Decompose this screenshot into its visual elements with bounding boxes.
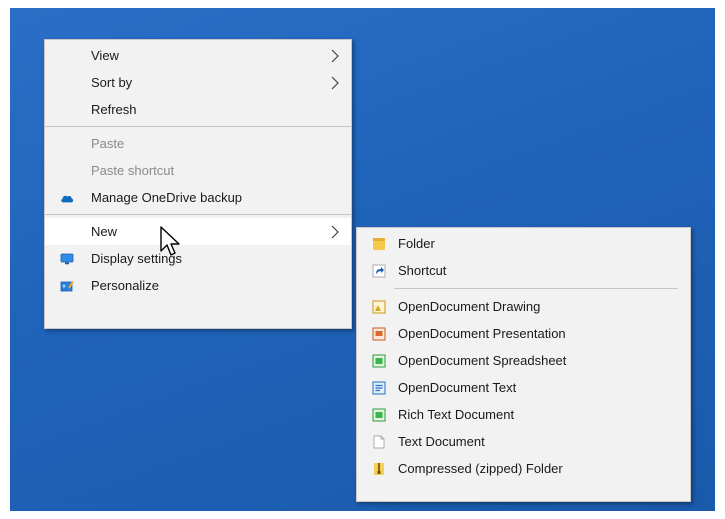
odg-drawing-icon <box>372 300 386 314</box>
menu-separator <box>394 288 678 289</box>
menu-item-label: Refresh <box>91 102 137 117</box>
menu-item-manage-onedrive-backup[interactable]: Manage OneDrive backup <box>45 184 351 211</box>
submenu-item-shortcut[interactable]: Shortcut <box>357 257 690 284</box>
submenu-item-text-document[interactable]: Text Document <box>357 428 690 455</box>
odt-text-icon <box>372 381 386 395</box>
submenu-item-label: Text Document <box>398 434 485 449</box>
menu-item-label: Paste shortcut <box>91 163 175 178</box>
submenu-item-compressed-zipped-folder[interactable]: Compressed (zipped) Folder <box>357 455 690 482</box>
submenu-item-label: Compressed (zipped) Folder <box>398 461 563 476</box>
menu-separator <box>45 126 351 127</box>
menu-separator <box>45 214 351 215</box>
folder-icon <box>372 237 386 251</box>
menu-item-label: Paste <box>91 136 125 151</box>
submenu-item-label: Folder <box>398 236 435 251</box>
menu-item-new[interactable]: New <box>45 218 351 245</box>
submenu-item-opendocument-presentation[interactable]: OpenDocument Presentation <box>357 320 690 347</box>
chevron-right-icon <box>331 49 339 62</box>
shortcut-icon <box>372 264 386 278</box>
menu-item-view[interactable]: View <box>45 42 351 69</box>
submenu-item-folder[interactable]: Folder <box>357 230 690 257</box>
menu-item-label: Personalize <box>91 278 159 293</box>
rtf-document-icon <box>372 408 386 422</box>
submenu-item-opendocument-drawing[interactable]: OpenDocument Drawing <box>357 293 690 320</box>
menu-item-sort-by[interactable]: Sort by <box>45 69 351 96</box>
submenu-item-rich-text-document[interactable]: Rich Text Document <box>357 401 690 428</box>
submenu-item-opendocument-spreadsheet[interactable]: OpenDocument Spreadsheet <box>357 347 690 374</box>
menu-item-label: Sort by <box>91 75 133 90</box>
submenu-item-opendocument-text[interactable]: OpenDocument Text <box>357 374 690 401</box>
chevron-right-icon <box>331 76 339 89</box>
mouse-cursor-icon <box>160 226 180 256</box>
submenu-item-label: Shortcut <box>398 263 447 278</box>
onedrive-cloud-icon <box>60 191 74 205</box>
desktop-background[interactable]: View Sort by Refresh Paste Paste shortcu… <box>10 8 715 511</box>
menu-item-refresh[interactable]: Refresh <box>45 96 351 123</box>
submenu-item-label: OpenDocument Presentation <box>398 326 566 341</box>
menu-item-label: New <box>91 224 118 239</box>
menu-item-label: Manage OneDrive backup <box>91 190 243 205</box>
menu-item-paste: Paste <box>45 130 351 157</box>
ods-spreadsheet-icon <box>372 354 386 368</box>
new-submenu: Folder Shortcut OpenDocument Drawing Ope… <box>356 227 691 502</box>
menu-item-label: View <box>91 48 119 63</box>
text-document-icon <box>372 435 386 449</box>
submenu-item-label: OpenDocument Text <box>398 380 517 395</box>
display-settings-icon <box>60 252 74 266</box>
menu-item-personalize[interactable]: Personalize <box>45 272 351 299</box>
chevron-right-icon <box>331 225 339 238</box>
submenu-item-label: Rich Text Document <box>398 407 515 422</box>
desktop-context-menu: View Sort by Refresh Paste Paste shortcu… <box>44 39 352 329</box>
personalize-icon <box>60 279 74 293</box>
zip-folder-icon <box>372 462 386 476</box>
menu-item-display-settings[interactable]: Display settings <box>45 245 351 272</box>
submenu-item-label: OpenDocument Spreadsheet <box>398 353 567 368</box>
submenu-item-label: OpenDocument Drawing <box>398 299 541 314</box>
menu-item-paste-shortcut: Paste shortcut <box>45 157 351 184</box>
odp-presentation-icon <box>372 327 386 341</box>
